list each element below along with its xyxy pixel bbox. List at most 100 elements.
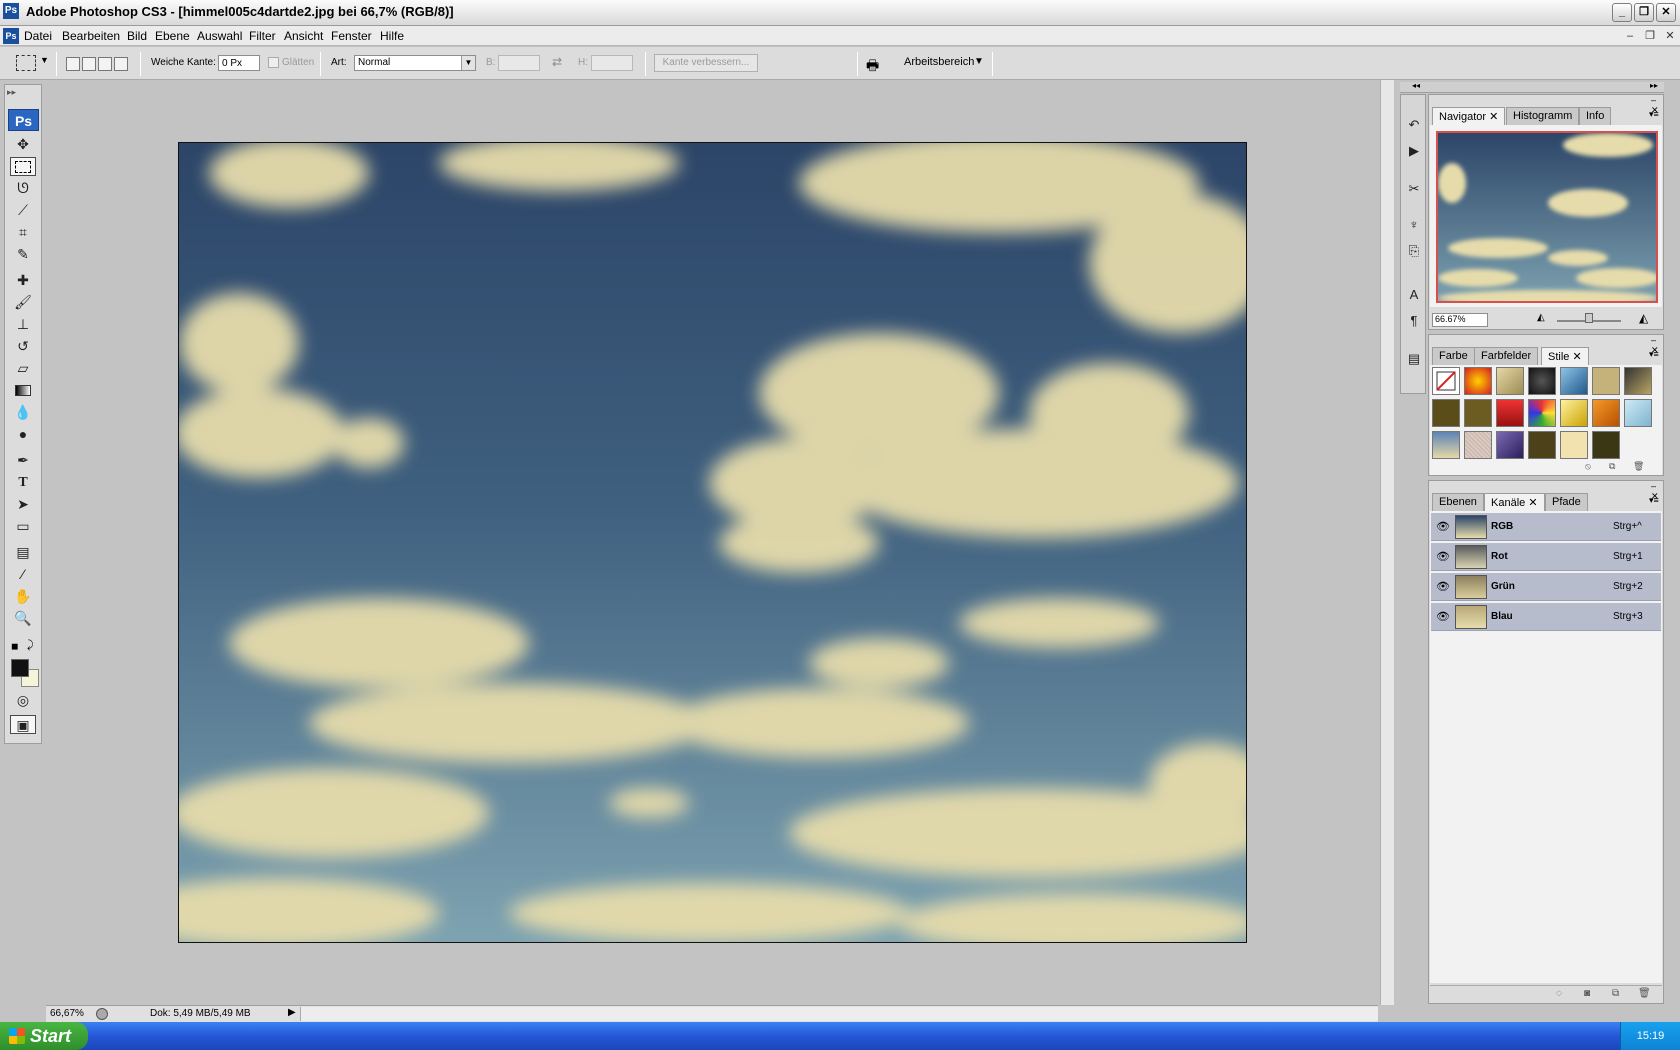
preset-dropdown-arrow-icon[interactable]: ▼ (40, 55, 49, 65)
document-canvas[interactable] (178, 142, 1247, 943)
eyedropper-tool-icon[interactable]: ⁄ (10, 565, 36, 584)
subtract-from-selection-button[interactable] (98, 57, 112, 71)
style-swatch[interactable] (1592, 431, 1620, 459)
refine-edge-button[interactable]: Kante verbessern... (654, 54, 758, 72)
document-icon[interactable]: Ps (3, 28, 19, 44)
navigator-preview[interactable] (1436, 131, 1658, 303)
actions-panel-icon[interactable]: ▶ (1404, 141, 1424, 161)
channel-row-blau[interactable]: 👁 Blau Strg+3 (1431, 603, 1661, 631)
version-cue-icon[interactable] (96, 1008, 108, 1020)
zoom-level[interactable]: 66,67% (50, 1008, 84, 1019)
style-none-swatch[interactable] (1432, 367, 1460, 395)
tab-pfade[interactable]: Pfade (1545, 493, 1588, 511)
layer-comps-icon[interactable]: ▤ (1404, 349, 1424, 369)
load-channel-selection-icon[interactable]: ◌ (1556, 988, 1562, 999)
workspace-button[interactable]: Arbeitsbereich ▼ (888, 52, 988, 74)
swap-colors-icon[interactable]: ⤸ (27, 639, 34, 652)
tool-presets-icon[interactable]: ✂ (1404, 179, 1424, 199)
style-swatch[interactable] (1560, 367, 1588, 395)
magic-wand-tool-icon[interactable]: ⟋ (10, 201, 36, 220)
menu-datei[interactable]: Datei (24, 29, 52, 43)
zoom-slider-thumb[interactable] (1585, 313, 1593, 323)
style-swatch[interactable] (1496, 399, 1524, 427)
add-to-selection-button[interactable] (82, 57, 96, 71)
save-selection-as-channel-icon[interactable]: ◙ (1584, 988, 1590, 999)
doc-restore-button[interactable]: ❐ (1642, 28, 1658, 44)
clone-stamp-tool-icon[interactable]: ⊥ (10, 315, 36, 334)
feather-input[interactable] (218, 55, 260, 71)
vertical-scrollbar[interactable] (1380, 80, 1394, 1005)
channel-row-rgb[interactable]: 👁 RGB Strg+^ (1431, 513, 1661, 541)
intersect-selection-button[interactable] (114, 57, 128, 71)
new-selection-button[interactable] (66, 57, 80, 71)
minimize-button[interactable]: _ (1612, 3, 1632, 22)
screen-mode-icon[interactable]: ▣ (10, 715, 36, 734)
menu-bild[interactable]: Bild (127, 29, 147, 43)
zoom-out-icon[interactable]: ◭ (1537, 312, 1545, 323)
clock[interactable]: 15:19 (1637, 1030, 1665, 1042)
healing-brush-tool-icon[interactable]: ✚ (10, 271, 36, 290)
character-panel-icon[interactable]: A (1404, 285, 1424, 305)
delete-style-icon[interactable]: 🗑 (1633, 461, 1644, 472)
channel-row-rot[interactable]: 👁 Rot Strg+1 (1431, 543, 1661, 571)
zoom-tool-icon[interactable]: 🔍 (10, 609, 36, 628)
tab-ebenen[interactable]: Ebenen (1432, 493, 1484, 511)
menu-auswahl[interactable]: Auswahl (197, 29, 242, 43)
tab-navigator[interactable]: Navigator ✕ (1432, 107, 1506, 125)
ps-logo[interactable]: Ps (8, 109, 39, 131)
panel-menu-icon[interactable]: ▾≡ (1649, 349, 1659, 360)
history-panel-icon[interactable]: ↶ (1404, 115, 1424, 135)
style-select[interactable]: Normal ▼ (354, 55, 476, 71)
expand-dock-icon[interactable]: ▸▸ (1650, 81, 1658, 90)
foreground-color-swatch[interactable] (11, 659, 29, 677)
tab-farbe[interactable]: Farbe (1432, 347, 1475, 365)
style-swatch[interactable] (1624, 399, 1652, 427)
style-swatch[interactable] (1496, 431, 1524, 459)
doc-minimize-button[interactable]: – (1622, 28, 1638, 44)
bridge-icon[interactable]: 🖶 (866, 55, 879, 79)
style-swatch[interactable] (1560, 399, 1588, 427)
new-channel-icon[interactable]: ⧉ (1612, 988, 1619, 999)
shape-tool-icon[interactable]: ▭ (10, 517, 36, 536)
close-button[interactable]: ✕ (1656, 3, 1676, 22)
style-swatch[interactable] (1432, 431, 1460, 459)
collapse-dock-icon[interactable]: ◂◂ (1412, 81, 1420, 90)
menu-bearbeiten[interactable]: Bearbeiten (62, 29, 120, 43)
lasso-tool-icon[interactable]: ᘎ (10, 179, 36, 198)
style-swatch[interactable] (1528, 399, 1556, 427)
panel-menu-icon[interactable]: ▾≡ (1649, 495, 1659, 506)
quick-mask-icon[interactable]: ◎ (10, 691, 36, 710)
style-swatch[interactable] (1592, 399, 1620, 427)
style-swatch[interactable] (1592, 367, 1620, 395)
style-swatch[interactable] (1464, 431, 1492, 459)
style-swatch[interactable] (1496, 367, 1524, 395)
start-button[interactable]: Start (0, 1022, 88, 1050)
menu-ansicht[interactable]: Ansicht (284, 29, 323, 43)
new-style-icon[interactable]: ⧉ (1609, 461, 1615, 472)
pen-tool-icon[interactable]: ✒ (10, 451, 36, 470)
dodge-tool-icon[interactable]: ● (10, 425, 36, 444)
style-swatch[interactable] (1464, 367, 1492, 395)
height-input[interactable] (591, 55, 633, 71)
eye-icon[interactable]: 👁 (1436, 580, 1450, 593)
notes-tool-icon[interactable]: ▤ (10, 543, 36, 562)
hand-tool-icon[interactable]: ✋ (10, 587, 36, 606)
brushes-panel-icon[interactable]: ♆ (1404, 215, 1424, 235)
menu-filter[interactable]: Filter (249, 29, 276, 43)
panel-menu-icon[interactable]: ▾≡ (1649, 109, 1659, 120)
path-selection-tool-icon[interactable]: ➤ (10, 495, 36, 514)
eraser-tool-icon[interactable]: ▱ (10, 359, 36, 378)
tab-info[interactable]: Info (1579, 107, 1612, 125)
gradient-tool-icon[interactable] (10, 381, 36, 400)
style-swatch[interactable] (1464, 399, 1492, 427)
style-swatch[interactable] (1624, 367, 1652, 395)
channel-row-gruen[interactable]: 👁 Grün Strg+2 (1431, 573, 1661, 601)
horizontal-scrollbar[interactable] (300, 1007, 1378, 1021)
tab-histogramm[interactable]: Histogramm (1506, 107, 1580, 125)
antialias-checkbox[interactable] (268, 57, 279, 68)
blur-tool-icon[interactable]: 💧 (10, 403, 36, 422)
swap-width-height-icon[interactable]: ⇄ (552, 55, 562, 69)
crop-tool-icon[interactable]: ⌗ (10, 223, 36, 242)
collapse-toolbox-icon[interactable]: ▸▸ (7, 87, 16, 98)
style-swatch[interactable] (1528, 367, 1556, 395)
